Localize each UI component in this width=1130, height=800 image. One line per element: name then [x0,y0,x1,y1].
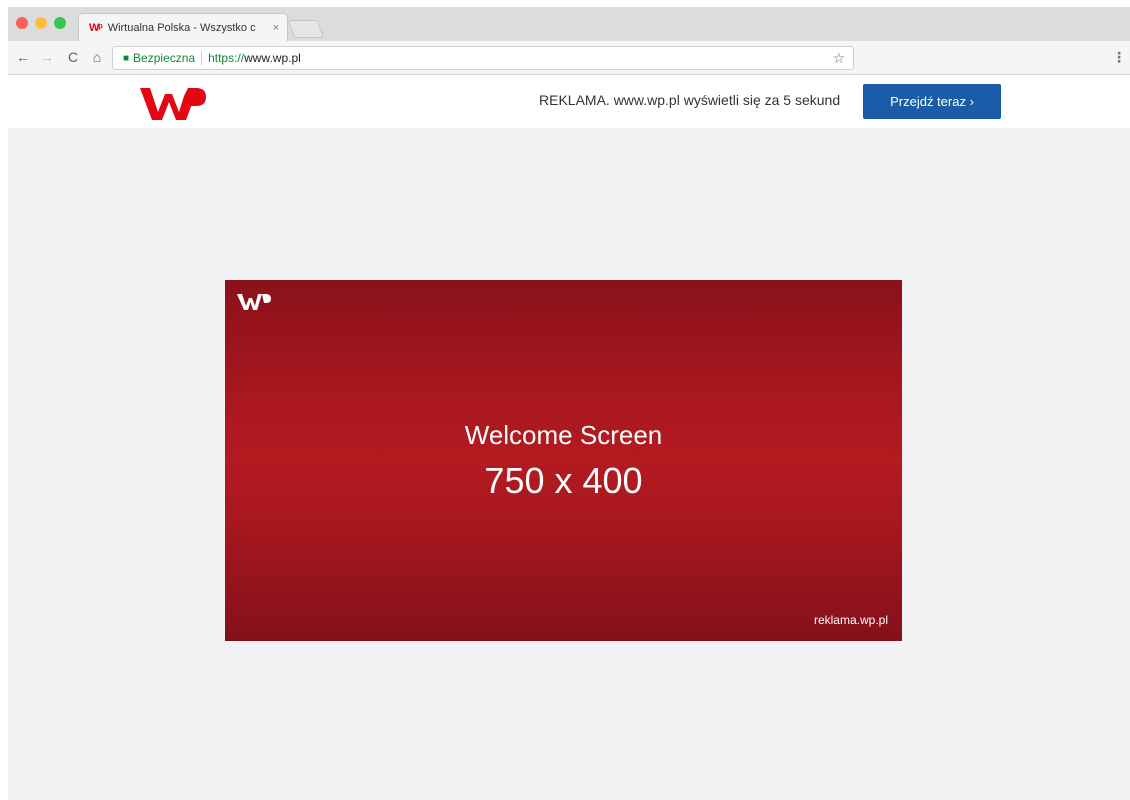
url-host: www.wp.pl [244,51,301,65]
bookmark-star-icon[interactable]: ☆ [832,50,845,67]
page-content: REKLAMA. www.wp.pl wyświetli się za 5 se… [8,75,1130,800]
banner-url: reklama.wp.pl [813,613,888,627]
new-tab-button[interactable] [287,20,325,38]
url-scheme: https:// [208,51,245,65]
tab-strip: Wᵖ Wirtualna Polska - Wszystko c × [8,7,1130,41]
address-separator [201,51,203,65]
ad-countdown-text: REKLAMA. www.wp.pl wyświetli się za 5 se… [539,92,841,108]
browser-menu-icon[interactable]: ⋮ [1112,49,1126,66]
welcome-screen-banner[interactable]: Welcome Screen 750 x 400 reklama.wp.pl [225,280,902,641]
minimize-window-button[interactable] [35,17,47,29]
forward-arrow-icon[interactable]: → [38,48,56,66]
browser-toolbar: ← → C ⌂ ■ Bezpieczna https:// www.wp.pl … [8,41,1130,75]
wp-banner-logo-icon [237,294,271,310]
back-arrow-icon[interactable]: ← [14,48,32,66]
tab-close-icon[interactable]: × [273,22,279,34]
close-window-button[interactable] [16,17,28,29]
wp-favicon-icon: Wᵖ [89,21,103,34]
lock-icon[interactable]: ■ [123,53,129,64]
banner-size: 750 x 400 [484,460,643,501]
reload-icon[interactable]: C [64,48,82,66]
go-now-button[interactable]: Przejdź teraz › [863,84,1001,119]
tab-title: Wirtualna Polska - Wszystko c [107,21,256,34]
wp-logo-icon[interactable] [136,80,208,124]
zoom-window-button[interactable] [54,17,66,29]
tab-wirtualna-polska[interactable]: Wᵖ Wirtualna Polska - Wszystko c × [78,13,288,41]
browser-window: Wᵖ Wirtualna Polska - Wszystko c × ← → C… [8,7,1130,800]
home-icon[interactable]: ⌂ [88,48,106,66]
ad-notice-bar: REKLAMA. www.wp.pl wyświetli się za 5 se… [8,75,1130,128]
security-label[interactable]: Bezpieczna [133,51,195,65]
address-bar[interactable]: ■ Bezpieczna https:// www.wp.pl ☆ [112,46,854,70]
banner-title: Welcome Screen [464,420,663,450]
